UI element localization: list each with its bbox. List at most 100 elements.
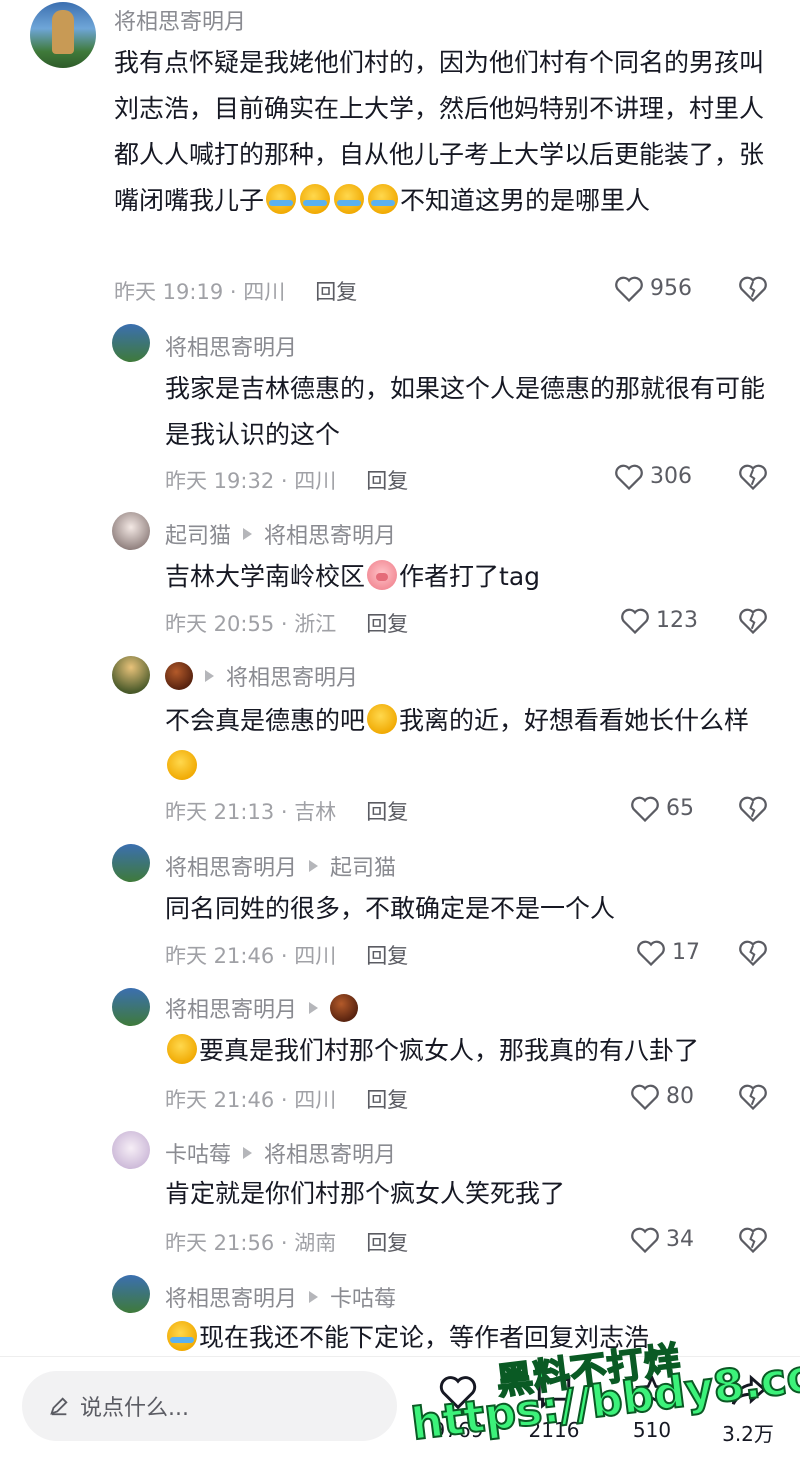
avatar[interactable] bbox=[30, 2, 96, 68]
reply-author[interactable]: 将相思寄明月 bbox=[165, 330, 297, 362]
dislike-button[interactable] bbox=[738, 938, 768, 970]
like-count: 80 bbox=[666, 1083, 694, 1109]
reply-button[interactable]: 回复 bbox=[315, 280, 357, 304]
like-button[interactable]: 956 bbox=[614, 274, 692, 302]
heart-icon bbox=[615, 276, 643, 302]
reply-button[interactable]: 回复 bbox=[366, 800, 408, 824]
like-count: 34 bbox=[666, 1226, 694, 1252]
avatar[interactable] bbox=[112, 656, 150, 694]
heart-icon bbox=[631, 796, 659, 822]
comment-input-placeholder: 说点什么... bbox=[80, 1396, 189, 1421]
heart-icon bbox=[621, 608, 649, 634]
dislike-button[interactable] bbox=[738, 606, 768, 638]
broken-heart-icon bbox=[739, 464, 767, 491]
heart-icon bbox=[615, 464, 643, 490]
reply-arrow-icon bbox=[205, 670, 214, 682]
reply-button[interactable]: 回复 bbox=[366, 612, 408, 636]
reply-author[interactable]: 将相思寄明月 bbox=[165, 992, 297, 1024]
like-count: 17 bbox=[672, 939, 700, 965]
pig-emoji-icon bbox=[367, 560, 398, 590]
avatar[interactable] bbox=[112, 1131, 150, 1169]
comment-meta: 昨天 19:19 · 四川 回复 bbox=[114, 276, 357, 306]
like-button[interactable]: 80 bbox=[630, 1082, 694, 1110]
reply-target[interactable]: 将相思寄明月 bbox=[264, 518, 396, 550]
broken-heart-icon bbox=[739, 1227, 767, 1254]
like-button[interactable]: 123 bbox=[620, 606, 698, 634]
reply-author[interactable]: 将相思寄明月 bbox=[165, 850, 297, 882]
laugh-cry-emoji-icon bbox=[167, 1321, 197, 1351]
reply-time: 昨天 19:32 · 四川 bbox=[165, 469, 337, 493]
dislike-button[interactable] bbox=[738, 794, 768, 826]
reply-button[interactable]: 回复 bbox=[366, 1088, 408, 1112]
reply-time: 昨天 20:55 · 浙江 bbox=[165, 612, 337, 636]
thinking-emoji-icon bbox=[167, 750, 197, 780]
reply-target[interactable]: 起司猫 bbox=[330, 850, 396, 882]
heart-icon bbox=[631, 1227, 659, 1253]
reply-meta: 昨天 21:56 · 湖南 回复 bbox=[165, 1227, 408, 1257]
reply-time: 昨天 21:13 · 吉林 bbox=[165, 800, 337, 824]
heart-icon bbox=[637, 940, 665, 966]
avatar[interactable] bbox=[112, 512, 150, 550]
reply-arrow-icon bbox=[243, 528, 253, 540]
reply-meta: 昨天 21:46 · 四川 回复 bbox=[165, 940, 408, 970]
pencil-icon bbox=[50, 1397, 68, 1416]
like-button[interactable]: 65 bbox=[630, 794, 694, 822]
reply-button[interactable]: 回复 bbox=[366, 469, 408, 493]
broken-heart-icon bbox=[739, 608, 767, 635]
avatar[interactable] bbox=[112, 988, 150, 1026]
reply-meta: 昨天 21:46 · 四川 回复 bbox=[165, 1084, 408, 1114]
reply-text: 同名同姓的很多，不敢确定是不是一个人 bbox=[165, 894, 616, 923]
like-button[interactable]: 34 bbox=[630, 1225, 694, 1253]
avatar[interactable] bbox=[112, 1275, 150, 1313]
reply-text: 我家是吉林德惠的，如果这个人是德惠的那就很有可能是我认识的这个 bbox=[165, 374, 766, 449]
like-button[interactable]: 306 bbox=[614, 462, 692, 490]
broken-heart-icon bbox=[739, 796, 767, 823]
thinking-emoji-icon bbox=[367, 704, 398, 734]
reply-time: 昨天 21:56 · 湖南 bbox=[165, 1231, 337, 1255]
reply-meta: 昨天 21:13 · 吉林 回复 bbox=[165, 796, 408, 826]
like-count: 956 bbox=[650, 275, 692, 301]
share-total: 3.2万 bbox=[722, 1422, 774, 1446]
reply-target[interactable]: 将相思寄明月 bbox=[264, 1137, 396, 1169]
reply-author[interactable]: 将相思寄明月 bbox=[165, 1281, 297, 1313]
reply-arrow-icon bbox=[243, 1147, 253, 1159]
like-count: 65 bbox=[666, 795, 694, 821]
reply-text: 不会真是德惠的吧 我离的近，好想看看她长什么样 bbox=[165, 698, 775, 790]
comment-author[interactable]: 将相思寄明月 bbox=[114, 4, 246, 36]
chestnut-avatar-icon[interactable] bbox=[165, 662, 193, 690]
like-button[interactable]: 17 bbox=[636, 938, 700, 966]
reply-meta: 昨天 19:32 · 四川 回复 bbox=[165, 465, 408, 495]
reply-button[interactable]: 回复 bbox=[366, 944, 408, 968]
laugh-cry-emoji-icon bbox=[334, 184, 365, 214]
dislike-button[interactable] bbox=[738, 274, 768, 306]
laugh-cry-emoji-icon bbox=[300, 184, 331, 214]
reply-time: 昨天 21:46 · 四川 bbox=[165, 1088, 337, 1112]
reply-target[interactable]: 卡咕莓 bbox=[330, 1281, 396, 1313]
avatar[interactable] bbox=[112, 324, 150, 362]
sweat-emoji-icon bbox=[167, 1034, 197, 1064]
reply-text: 要真是我们村那个疯女人，那我真的有八卦了 bbox=[165, 1028, 775, 1074]
reply-button[interactable]: 回复 bbox=[366, 1231, 408, 1255]
dislike-button[interactable] bbox=[738, 1225, 768, 1257]
reply-text: 现在我还不能下定论，等作者回复刘志浩 bbox=[165, 1315, 775, 1355]
dislike-button[interactable] bbox=[738, 462, 768, 494]
reply-author[interactable]: 卡咕莓 bbox=[165, 1137, 231, 1169]
chestnut-avatar-icon[interactable] bbox=[330, 994, 359, 1022]
avatar[interactable] bbox=[112, 844, 150, 882]
reply-meta: 昨天 20:55 · 浙江 回复 bbox=[165, 608, 408, 638]
reply-author[interactable]: 起司猫 bbox=[165, 518, 231, 550]
reply-time: 昨天 21:46 · 四川 bbox=[165, 944, 337, 968]
broken-heart-icon bbox=[739, 1084, 767, 1111]
reply-arrow-icon bbox=[309, 860, 319, 872]
laugh-cry-emoji-icon bbox=[266, 184, 297, 214]
laugh-cry-emoji-icon bbox=[368, 184, 399, 214]
comment-input[interactable]: 说点什么... bbox=[22, 1371, 397, 1441]
heart-icon bbox=[631, 1084, 659, 1110]
comment-time: 昨天 19:19 · 四川 bbox=[114, 280, 286, 304]
reply-target[interactable]: 将相思寄明月 bbox=[226, 660, 358, 692]
dislike-button[interactable] bbox=[738, 1082, 768, 1114]
reply-arrow-icon bbox=[309, 1291, 319, 1303]
comment-text: 我有点怀疑是我姥他们村的，因为他们村有个同名的男孩叫刘志浩，目前确实在上大学，然… bbox=[114, 48, 765, 215]
like-count: 123 bbox=[656, 607, 698, 633]
reply-arrow-icon bbox=[309, 1002, 319, 1014]
